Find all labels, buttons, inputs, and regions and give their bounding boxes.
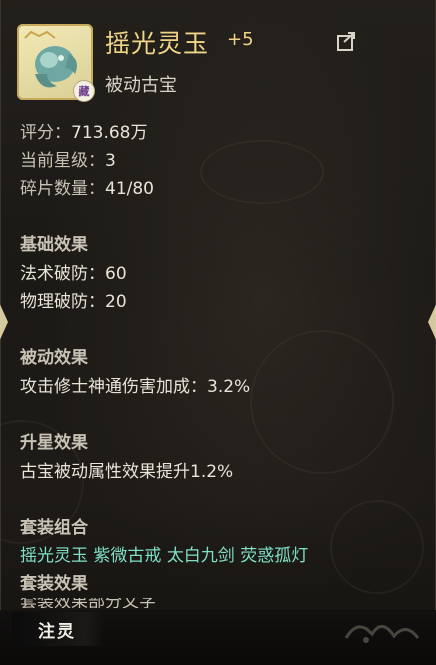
share-icon[interactable] bbox=[336, 30, 358, 52]
bg-ornament bbox=[250, 330, 394, 474]
base-effect-label: 法术破防： bbox=[20, 264, 105, 284]
bg-ornament bbox=[200, 140, 324, 204]
watermark-logo bbox=[344, 625, 420, 643]
bg-ornament bbox=[330, 500, 424, 594]
passive-effect-text: 攻击修士神通伤害加成：3.2% bbox=[20, 377, 251, 397]
score-value: 713.68万 bbox=[71, 123, 148, 143]
shard-row: 碎片数量：41/80 bbox=[20, 174, 154, 199]
base-effect-value: 60 bbox=[105, 264, 127, 284]
item-level: +5 bbox=[227, 29, 254, 50]
set-effect-text-clipped: 套装效果部分文字 bbox=[20, 598, 320, 608]
upgrade-effect-text: 古宝被动属性效果提升1.2% bbox=[20, 462, 234, 482]
item-type: 被动古宝 bbox=[105, 75, 177, 96]
base-effect-title: 基础效果 bbox=[20, 235, 88, 255]
shard-value: 41/80 bbox=[105, 179, 154, 199]
passive-effect-title: 被动效果 bbox=[20, 348, 88, 368]
right-arrow-icon[interactable] bbox=[428, 300, 436, 344]
set-effect-text: 套装效果部分文字 bbox=[20, 598, 156, 608]
inject-spirit-button[interactable]: 注灵 bbox=[12, 612, 104, 646]
upgrade-effect-title: 升星效果 bbox=[20, 433, 88, 453]
collection-badge: 藏 bbox=[73, 80, 95, 102]
base-effect-label: 物理破防： bbox=[20, 292, 105, 312]
star-row: 当前星级：3 bbox=[20, 146, 116, 171]
score-row: 评分：713.68万 bbox=[20, 118, 147, 143]
star-value: 3 bbox=[105, 151, 116, 171]
set-effect-title: 套装效果 bbox=[20, 574, 88, 594]
base-effect-line: 法术破防：60 bbox=[20, 259, 127, 284]
set-items: 摇光灵玉 紫微古戒 太白九剑 荧惑孤灯 bbox=[20, 541, 308, 566]
left-arrow-icon[interactable] bbox=[0, 300, 8, 344]
base-effect-line: 物理破防：20 bbox=[20, 287, 127, 312]
set-combo-title: 套装组合 bbox=[20, 518, 88, 538]
item-name: 摇光灵玉 bbox=[105, 29, 210, 58]
set-item[interactable]: 摇光灵玉 bbox=[20, 546, 88, 566]
set-item[interactable]: 太白九剑 bbox=[167, 546, 235, 566]
base-effect-value: 20 bbox=[105, 292, 127, 312]
shard-label: 碎片数量： bbox=[20, 179, 105, 199]
star-label: 当前星级： bbox=[20, 151, 105, 171]
score-label: 评分： bbox=[20, 123, 71, 143]
set-item[interactable]: 紫微古戒 bbox=[93, 546, 161, 566]
set-item[interactable]: 荧惑孤灯 bbox=[240, 546, 308, 566]
